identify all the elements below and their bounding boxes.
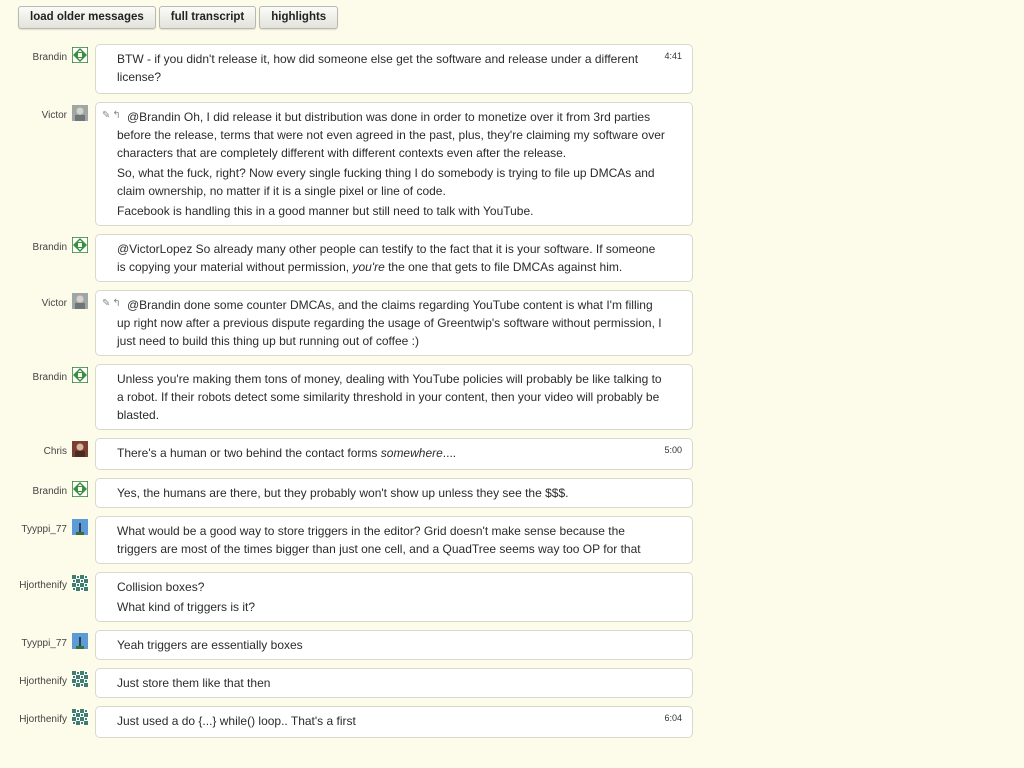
username[interactable]: Hjorthenify (19, 714, 67, 725)
username[interactable]: Tyyppi_77 (21, 638, 67, 649)
message-bubble: BTW - if you didn't release it, how did … (95, 44, 693, 94)
user-avatar[interactable] (72, 519, 88, 535)
reply-arrow-icon[interactable]: ↰ (112, 299, 120, 309)
user-avatar[interactable] (72, 633, 88, 649)
message-text-emphasis: somewhere (380, 446, 443, 460)
message-bubble: There's a human or two behind the contac… (95, 438, 693, 470)
user-avatar[interactable] (72, 709, 88, 725)
chat-transcript: Brandin BTW - if you didn't release it, h… (0, 44, 700, 746)
user-avatar[interactable] (72, 293, 88, 309)
message-bubble: Unless you're making them tons of money,… (95, 364, 693, 430)
message-text: Just store them like that then (117, 676, 271, 690)
message-bubble: Yes, the humans are there, but they prob… (95, 478, 693, 508)
user-avatar[interactable] (72, 105, 88, 121)
message-text: Yes, the humans are there, but they prob… (117, 486, 569, 500)
message-row: Tyyppi_77 What would be a good way to sto… (0, 516, 700, 564)
reply-arrow-icon[interactable]: ↰ (112, 111, 120, 121)
message-text-part: There's a human or two behind the contac… (117, 446, 381, 460)
message-timestamp[interactable]: 4:41 (664, 51, 682, 61)
message-text: BTW - if you didn't release it, how did … (117, 52, 639, 84)
message-row: Chris There's a human or two behind the c… (0, 438, 700, 470)
message-text-part: the one that gets to file DMCAs against … (384, 260, 623, 274)
message-row: Brandin Unless you're making them tons of… (0, 364, 700, 430)
load-older-messages-button[interactable]: load older messages (18, 6, 156, 29)
username[interactable]: Brandin (33, 486, 67, 497)
message-text: What would be a good way to store trigge… (117, 524, 641, 556)
message-row: Brandin @VictorLopez So already many othe… (0, 234, 700, 282)
message-action-icons: ✎ ↰ (102, 299, 121, 309)
user-avatar[interactable] (71, 46, 89, 64)
message-bubble: Collision boxes? What kind of triggers is… (95, 572, 693, 622)
message-row: Hjorthenify Just store them like that the… (0, 668, 700, 698)
message-bubble: Yeah triggers are essentially boxes (95, 630, 693, 660)
user-avatar[interactable] (72, 575, 88, 591)
username[interactable]: Hjorthenify (19, 676, 67, 687)
message-row: Tyyppi_77 Yeah triggers are essentially b… (0, 630, 700, 660)
toolbar: load older messages full transcript high… (18, 6, 339, 29)
message-bubble: @VictorLopez So already many other peopl… (95, 234, 693, 282)
message-text-emphasis: you're (352, 260, 385, 274)
message-row: Brandin BTW - if you didn't release it, h… (0, 44, 700, 94)
edit-pencil-icon[interactable]: ✎ (102, 299, 110, 309)
message-row: Brandin Yes, the humans are there, but th… (0, 478, 700, 508)
username[interactable]: Chris (44, 446, 67, 457)
message-row: Hjorthenify Collision boxes? What kind of … (0, 572, 700, 622)
message-bubble: What would be a good way to store trigge… (95, 516, 693, 564)
full-transcript-button[interactable]: full transcript (158, 6, 257, 29)
username[interactable]: Victor (42, 110, 67, 121)
user-avatar[interactable] (71, 236, 89, 254)
message-text: Just used a do {...} while() loop.. That… (117, 714, 356, 728)
highlights-button[interactable]: highlights (259, 6, 339, 29)
username[interactable]: Tyyppi_77 (21, 524, 67, 535)
username[interactable]: Brandin (33, 242, 67, 253)
user-avatar[interactable] (71, 366, 89, 384)
message-bubble: ✎ ↰ @Brandin Oh, I did release it but dist… (95, 102, 693, 226)
user-avatar[interactable] (72, 441, 88, 457)
message-row: Victor ✎ ↰ @Brandin done some counter DMCAs… (0, 290, 700, 356)
edit-pencil-icon[interactable]: ✎ (102, 111, 110, 121)
username[interactable]: Victor (42, 298, 67, 309)
message-text: @Brandin Oh, I did release it but distri… (117, 110, 665, 160)
message-text: There's a human or two behind the contac… (117, 444, 666, 462)
user-avatar[interactable] (72, 671, 88, 687)
message-text: @VictorLopez So already many other peopl… (117, 240, 666, 276)
message-action-icons: ✎ ↰ (102, 111, 121, 121)
message-text: @Brandin done some counter DMCAs, and th… (117, 298, 662, 348)
username[interactable]: Brandin (33, 52, 67, 63)
user-avatar[interactable] (71, 480, 89, 498)
message-bubble: Just used a do {...} while() loop.. That… (95, 706, 693, 738)
message-bubble: Just store them like that then (95, 668, 693, 698)
message-text-part: .... (442, 446, 457, 460)
message-row: Hjorthenify Just used a do {...} while() … (0, 706, 700, 738)
message-text: Yeah triggers are essentially boxes (117, 638, 303, 652)
message-bubble: ✎ ↰ @Brandin done some counter DMCAs, and … (95, 290, 693, 356)
message-timestamp[interactable]: 6:04 (664, 713, 682, 723)
username[interactable]: Brandin (33, 372, 67, 383)
username[interactable]: Hjorthenify (19, 580, 67, 591)
message-text: What kind of triggers is it? (117, 600, 256, 614)
message-text: Collision boxes? (117, 580, 205, 594)
message-timestamp[interactable]: 5:00 (664, 445, 682, 455)
message-row: Victor ✎ ↰ @Brandin Oh, I did release it bu… (0, 102, 700, 226)
message-text: Facebook is handling this in a good mann… (117, 204, 534, 218)
message-text: So, what the fuck, right? Now every sing… (117, 166, 655, 198)
message-text: Unless you're making them tons of money,… (117, 372, 662, 422)
